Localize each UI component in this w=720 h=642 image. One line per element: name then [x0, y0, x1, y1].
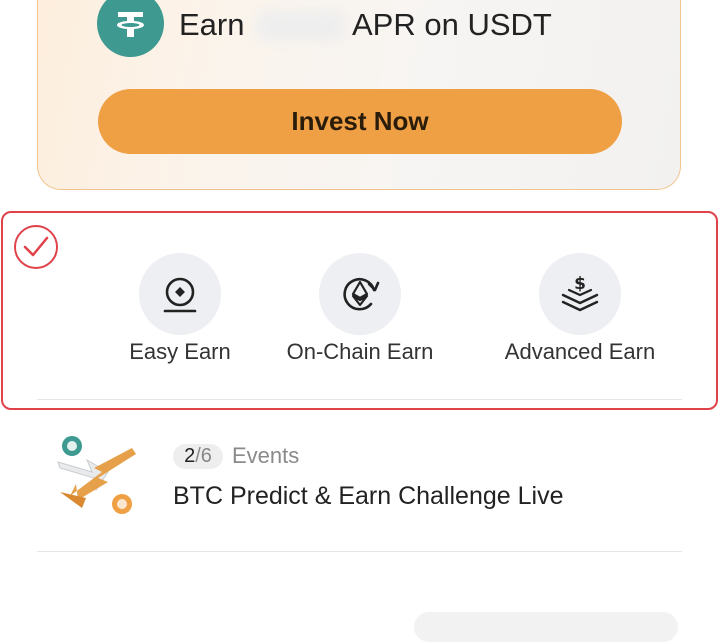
on-chain-earn-button[interactable]: On-Chain Earn [260, 253, 460, 373]
event-category: Events [232, 443, 300, 468]
bottom-pill-button[interactable] [414, 612, 678, 642]
easy-earn-icon [139, 253, 221, 335]
blurred-apr-value [256, 10, 346, 42]
divider [37, 399, 682, 400]
svg-text:$: $ [574, 274, 586, 294]
tether-usdt-icon [97, 0, 164, 57]
apr-label: APR on USDT [352, 7, 552, 42]
advanced-earn-label: Advanced Earn [504, 339, 656, 364]
on-chain-earn-label: On-Chain Earn [286, 339, 434, 364]
earn-label: Earn [179, 7, 245, 42]
invest-now-button[interactable]: Invest Now [98, 89, 622, 154]
easy-earn-button[interactable]: Easy Earn [80, 253, 280, 373]
layered-dollar-icon: $ [539, 253, 621, 335]
event-current: 2 [184, 445, 196, 467]
ethereum-cycle-icon [319, 253, 401, 335]
easy-earn-label: Easy Earn [129, 339, 231, 364]
event-progress-badge: 2/6 [173, 444, 223, 469]
event-total: 6 [200, 445, 212, 467]
advanced-earn-button[interactable]: $ Advanced Earn [480, 253, 680, 373]
divider [37, 551, 682, 552]
btc-arrows-illustration [52, 432, 144, 518]
checkmark-icon [14, 225, 58, 269]
event-title[interactable]: BTC Predict & Earn Challenge Live [173, 482, 563, 511]
